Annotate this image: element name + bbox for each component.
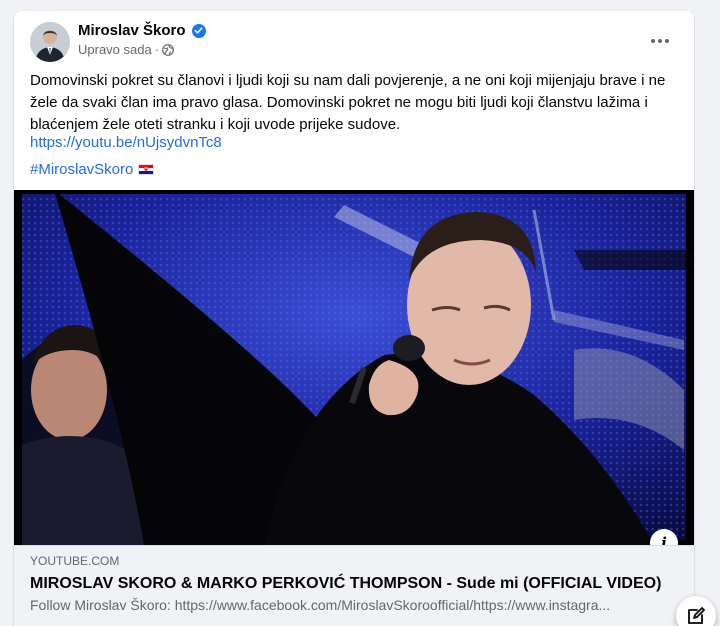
more-options-icon[interactable] — [646, 29, 674, 53]
hashtag-row: #MiroslavSkoro — [30, 161, 155, 178]
preview-title: MIROSLAV SKORO & MARKO PERKOVIĆ THOMPSON… — [30, 575, 662, 592]
globe-icon[interactable] — [162, 43, 174, 56]
video-frame-image — [14, 190, 694, 545]
link-preview[interactable]: YOUTUBE.COM MIROSLAV SKORO & MARKO PERKO… — [14, 545, 694, 626]
post-card: Miroslav Škoro Upravo sada · Domovinski … — [14, 11, 694, 626]
preview-description: Follow Miroslav Škoro: https://www.faceb… — [30, 597, 611, 613]
verified-badge-icon — [191, 23, 206, 38]
croatia-flag-icon — [138, 164, 155, 175]
author-name[interactable]: Miroslav Škoro — [78, 22, 186, 39]
new-message-icon[interactable] — [676, 596, 716, 626]
author-name-row: Miroslav Škoro — [78, 22, 206, 39]
hashtag-link[interactable]: #MiroslavSkoro — [30, 161, 133, 178]
author-avatar[interactable] — [30, 22, 70, 62]
post-body: Domovinski pokret su članovi i ljudi koj… — [30, 72, 666, 133]
avatar-image — [30, 22, 70, 62]
post-timestamp[interactable]: Upravo sada — [78, 42, 152, 57]
meta-separator: · — [154, 42, 160, 57]
post-meta: Upravo sada · — [78, 42, 174, 57]
post-header: Miroslav Škoro Upravo sada · — [14, 11, 694, 71]
post-link[interactable]: https://youtu.be/nUjsydvnTc8 — [30, 134, 222, 151]
video-thumbnail[interactable] — [14, 190, 694, 545]
preview-domain: YOUTUBE.COM — [30, 554, 120, 568]
